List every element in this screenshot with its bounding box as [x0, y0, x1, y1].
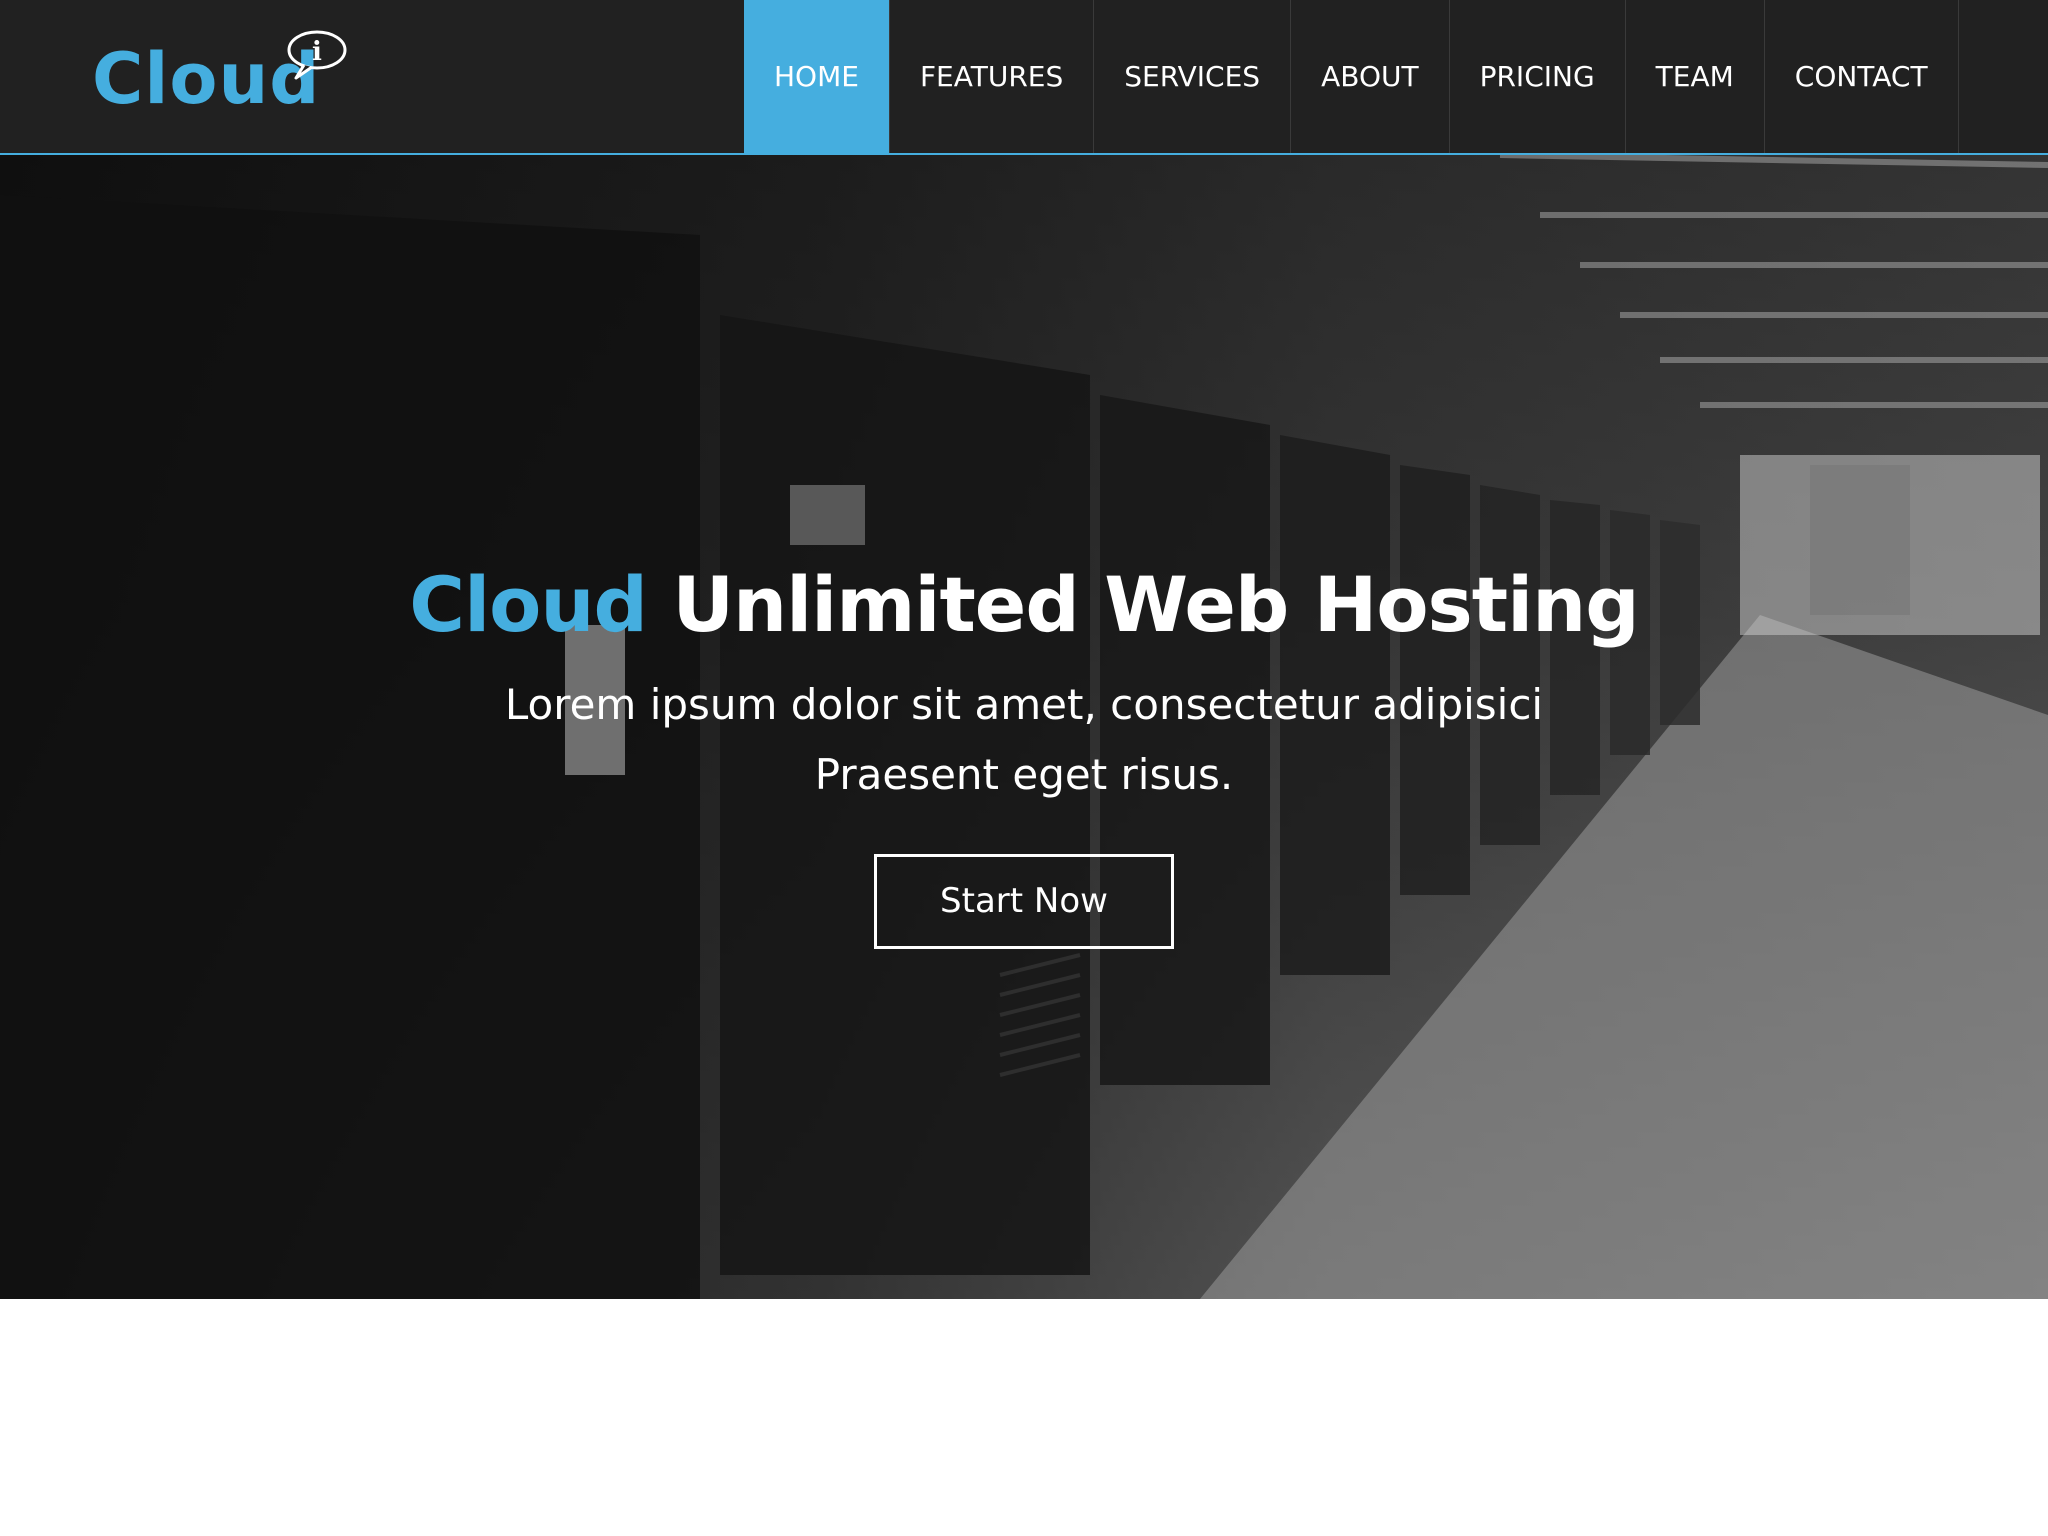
nav-home[interactable]: HOME	[744, 0, 889, 153]
start-now-button[interactable]: Start Now	[874, 854, 1174, 949]
nav-contact[interactable]: CONTACT	[1763, 0, 1959, 153]
hero-section: Cloud Unlimited Web Hosting Lorem ipsum …	[0, 155, 2048, 1299]
info-bubble-icon: i	[287, 30, 347, 80]
hero-subtitle: Lorem ipsum dolor sit amet, consectetur …	[0, 670, 2048, 810]
hero-subtitle-line1: Lorem ipsum dolor sit amet, consectetur …	[504, 680, 1544, 729]
hero-title-accent: Cloud	[409, 560, 648, 649]
hero-title: Cloud Unlimited Web Hosting	[0, 550, 2048, 660]
top-navbar: Cloud i HOME FEATURES SERVICES ABOUT PRI…	[0, 0, 2048, 155]
hero-subtitle-line2: Praesent eget risus.	[814, 750, 1234, 799]
hero-content: Cloud Unlimited Web Hosting Lorem ipsum …	[0, 550, 2048, 949]
nav-services[interactable]: SERVICES	[1093, 0, 1290, 153]
logo-badge-text: i	[312, 37, 322, 67]
nav-about[interactable]: ABOUT	[1290, 0, 1449, 153]
nav-features[interactable]: FEATURES	[888, 0, 1093, 153]
main-nav: HOME FEATURES SERVICES ABOUT PRICING TEA…	[744, 0, 1959, 153]
nav-team[interactable]: TEAM	[1624, 0, 1764, 153]
nav-pricing[interactable]: PRICING	[1448, 0, 1625, 153]
hero-title-rest: Unlimited Web Hosting	[672, 560, 1639, 649]
